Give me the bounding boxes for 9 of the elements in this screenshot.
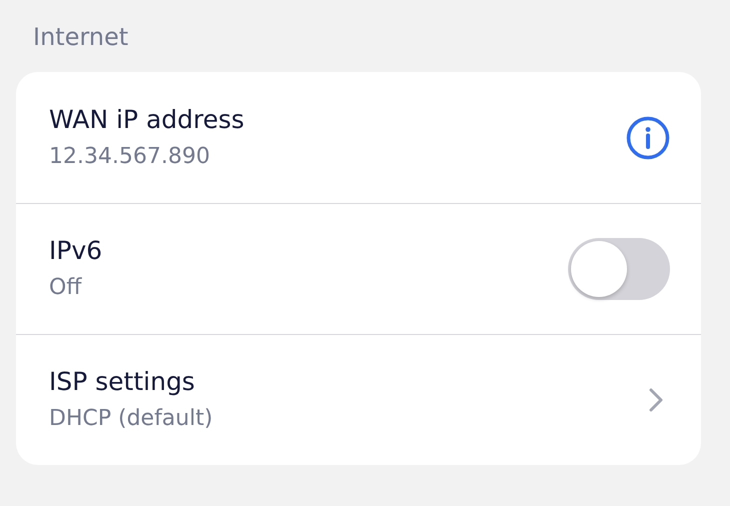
info-icon[interactable] (626, 116, 670, 160)
section-title: Internet (33, 22, 130, 53)
setting-value: 12.34.567.890 (49, 142, 211, 170)
setting-title: WAN iP address (49, 104, 244, 136)
setting-value: DHCP (default) (49, 405, 213, 433)
setting-title: IPv6 (49, 235, 102, 267)
setting-value: Off (49, 274, 83, 302)
chevron-right-icon[interactable] (649, 388, 663, 412)
setting-title: ISP settings (49, 366, 196, 398)
